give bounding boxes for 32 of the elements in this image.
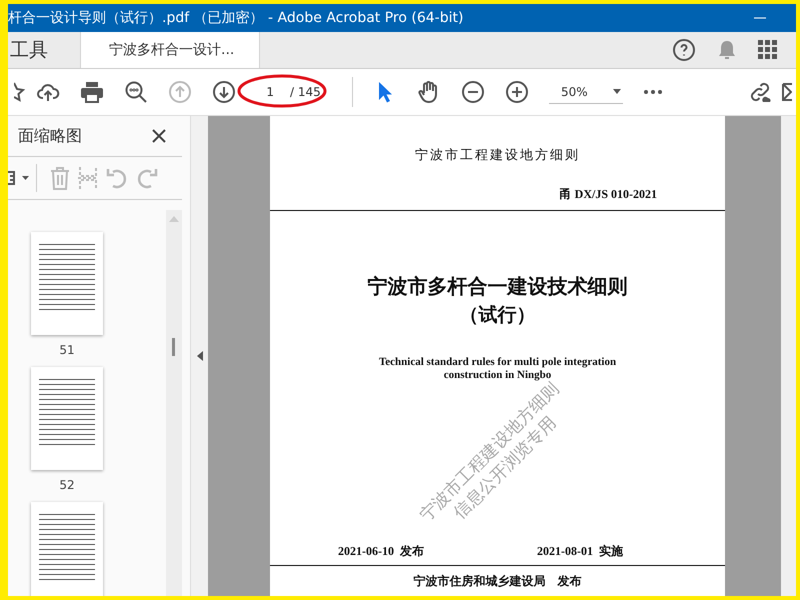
help-icon [672, 38, 696, 62]
minus-icon [461, 80, 485, 104]
apps-grid-icon[interactable] [758, 40, 778, 60]
page-thumbnail[interactable] [31, 367, 103, 470]
close-icon[interactable] [152, 129, 166, 143]
publisher: 宁波市住房和城乡建设局 发布 [412, 573, 582, 590]
page-thumbnail[interactable] [31, 232, 103, 335]
watermark-text: 宁波市工程建设地方细则 信息公开浏览专用 [416, 379, 564, 528]
options-icon[interactable] [8, 171, 30, 185]
issue-date: 2021-06-10 发布 [338, 543, 424, 560]
page-count: / 145 [290, 85, 321, 99]
minimize-icon [754, 17, 766, 19]
document-subtitle: （试行） [458, 303, 536, 328]
tab[interactable]: 宁波多杆合一设计... [81, 32, 260, 68]
page-number-field[interactable]: 1 [260, 85, 274, 99]
panel-collapse-handle[interactable] [190, 116, 208, 596]
page-thumbnail[interactable] [31, 502, 103, 596]
zoom-select[interactable]: 50% [549, 80, 623, 104]
page-number: 51 [59, 343, 75, 357]
document-code: 甬 DX/JS 010-2021 [558, 186, 657, 203]
scrollbar[interactable] [166, 210, 182, 596]
tab[interactable]: 工具 [8, 32, 81, 68]
english-title: Technical standard rules for multi pole integration construction in Ningbo [378, 356, 618, 381]
window-title: 杆合一设计导则（试行）.pdf （已加密） - Adobe Acrobat Pro (64-bit) [8, 9, 464, 27]
scrollbar[interactable] [781, 116, 796, 596]
plus-icon [505, 80, 529, 104]
document-series: 宁波市工程建设地方细则 [414, 147, 581, 164]
page-number: 52 [59, 478, 75, 492]
caret-icon [613, 89, 621, 94]
effective-date: 2021-08-01 实施 [537, 543, 623, 560]
document-title: 宁波市多杆合一建设技术细则 [366, 273, 628, 300]
panel-title: 面缩略图 [18, 126, 82, 146]
